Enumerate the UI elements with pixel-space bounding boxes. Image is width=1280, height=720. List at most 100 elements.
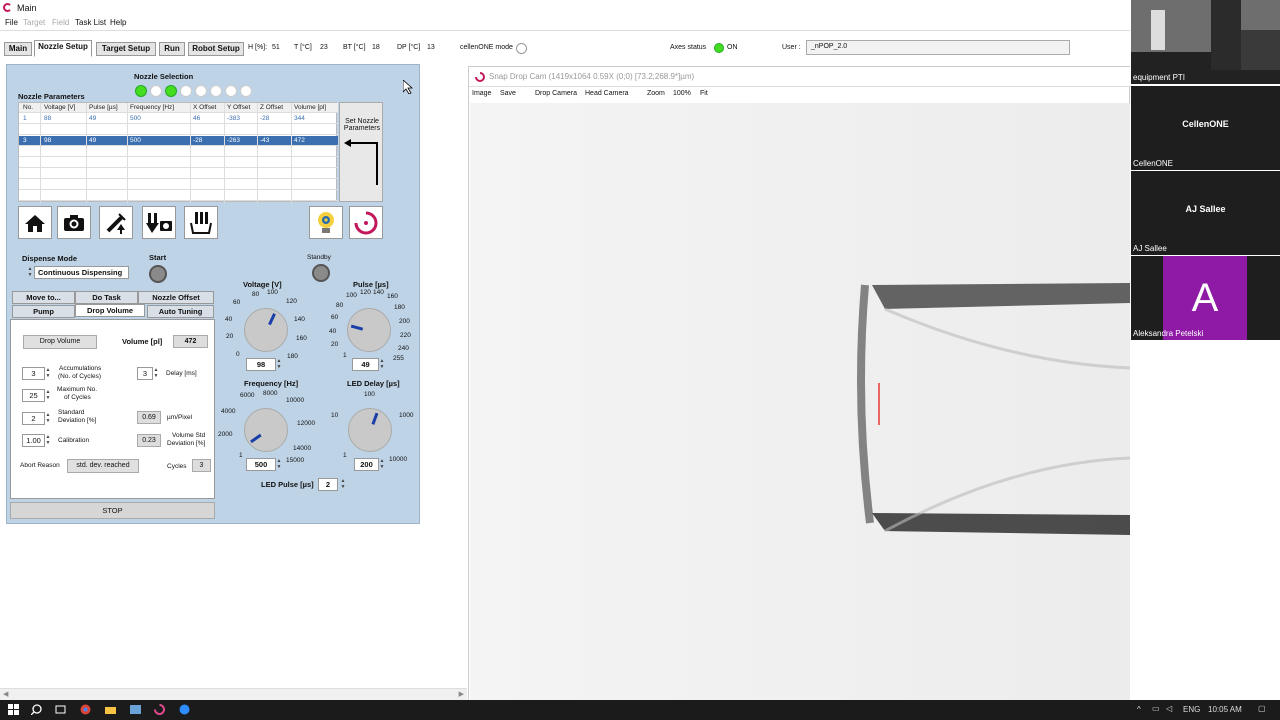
tab-nozzle-setup[interactable]: Nozzle Setup — [34, 40, 92, 57]
mode-toggle[interactable] — [516, 43, 527, 54]
cellenone-logo-button[interactable] — [349, 206, 383, 239]
calibration-spinner[interactable]: ▲ ▼ — [45, 434, 51, 447]
dispense-mode-select[interactable]: Continuous Dispensing — [34, 266, 129, 279]
max-cycles-spinner[interactable]: ▲ ▼ — [45, 389, 51, 402]
camera-menu-100[interactable]: 100% — [673, 90, 691, 97]
user-field[interactable]: _nPOP_2.0 — [806, 40, 1070, 55]
participant-tile[interactable]: A Aleksandra Petelski — [1131, 256, 1280, 340]
tab-auto-tuning[interactable]: Auto Tuning — [147, 305, 214, 318]
nozzle-led-7[interactable] — [225, 85, 237, 97]
led-delay-knob[interactable] — [348, 408, 392, 452]
tab-robot-setup[interactable]: Robot Setup — [188, 42, 244, 56]
pulse-spinner[interactable]: ▲ ▼ — [379, 358, 385, 371]
pipette-button[interactable] — [99, 206, 133, 239]
menu-field[interactable]: Field — [52, 18, 69, 27]
camera-menu-save[interactable]: Save — [500, 90, 516, 97]
search-icon[interactable] — [31, 704, 42, 715]
voltage-spinner[interactable]: ▲ ▼ — [276, 358, 282, 371]
scroll-left-icon[interactable]: ◀ — [3, 690, 8, 698]
led-pulse-spinner[interactable]: ▲ ▼ — [340, 478, 346, 491]
frequency-knob[interactable] — [244, 408, 288, 452]
delay-field[interactable]: 3 — [137, 367, 153, 380]
participant-tile[interactable]: CellenONE CellenONE — [1131, 86, 1280, 170]
network-icon[interactable]: ▭ — [1152, 704, 1160, 713]
tray-chevron-icon[interactable]: ^ — [1137, 705, 1141, 714]
nozzle-camera-button[interactable] — [142, 206, 176, 239]
led-pulse-field[interactable]: 2 — [318, 478, 338, 491]
nozzle-led-4[interactable] — [180, 85, 192, 97]
nozzle-setup-panel: Nozzle Selection Nozzle Parameters No. V… — [6, 64, 420, 524]
nozzle-led-5[interactable] — [195, 85, 207, 97]
accumulations-spinner[interactable]: ▲ ▼ — [45, 367, 51, 380]
app-window-icon[interactable] — [130, 704, 141, 715]
menu-task-list[interactable]: Task List — [75, 18, 106, 27]
calibration-field[interactable]: 1.00 — [22, 434, 45, 447]
scroll-right-icon[interactable]: ▶ — [459, 690, 464, 698]
set-nozzle-params-label: Set Nozzle Parameters — [343, 118, 381, 132]
led-delay-field[interactable]: 200 — [354, 458, 379, 471]
voltage-field[interactable]: 98 — [246, 358, 276, 371]
task-view-icon[interactable] — [55, 704, 66, 715]
zoom-app-icon[interactable] — [179, 704, 190, 715]
participant-tile[interactable]: equipment PTI — [1131, 0, 1280, 84]
nozzle-led-8[interactable] — [240, 85, 252, 97]
tab-main[interactable]: Main — [4, 42, 32, 56]
accumulations-field[interactable]: 3 — [22, 367, 45, 380]
camera-menu-zoom[interactable]: Zoom — [647, 90, 665, 97]
cell: -28 — [260, 115, 270, 122]
nozzle-led-3[interactable] — [165, 85, 177, 97]
language-indicator[interactable]: ENG — [1183, 705, 1200, 714]
tab-nozzle-offset[interactable]: Nozzle Offset — [138, 291, 214, 304]
nozzle-led-2[interactable] — [150, 85, 162, 97]
led-delay-spinner[interactable]: ▲ ▼ — [379, 458, 385, 471]
volume-value: 472 — [173, 335, 208, 348]
file-explorer-icon[interactable] — [105, 704, 116, 715]
set-nozzle-params-button[interactable]: Set Nozzle Parameters — [339, 102, 383, 202]
stop-button[interactable]: STOP — [10, 502, 215, 519]
frequency-field[interactable]: 500 — [246, 458, 276, 471]
camera-menu-fit[interactable]: Fit — [700, 90, 708, 97]
camera-menu-head-camera[interactable]: Head Camera — [585, 90, 629, 97]
camera-button[interactable] — [57, 206, 91, 239]
chrome-icon[interactable] — [80, 704, 91, 715]
drop-volume-page: Drop Volume Volume [pl] 472 3 ▲ ▼ Accumul… — [10, 319, 215, 499]
menu-file[interactable]: File — [5, 18, 18, 27]
notification-icon[interactable]: ▢ — [1258, 704, 1266, 713]
frequency-spinner[interactable]: ▲ ▼ — [276, 458, 282, 471]
home-button[interactable] — [18, 206, 52, 239]
tab-pump[interactable]: Pump — [12, 305, 75, 318]
start-toggle[interactable] — [149, 265, 167, 283]
windows-start-icon[interactable] — [8, 704, 19, 715]
volume-icon[interactable]: ◁ — [1166, 704, 1172, 713]
light-settings-button[interactable] — [309, 206, 343, 239]
wash-station-button[interactable] — [184, 206, 218, 239]
menu-target[interactable]: Target — [23, 18, 45, 27]
voltage-knob[interactable] — [244, 308, 288, 352]
cellenone-taskbar-icon[interactable] — [154, 704, 165, 715]
std-dev-spinner[interactable]: ▲ ▼ — [45, 412, 51, 425]
tab-run[interactable]: Run — [159, 42, 185, 56]
delay-spinner[interactable]: ▲ ▼ — [153, 367, 159, 380]
menu-help[interactable]: Help — [110, 18, 126, 27]
tab-move-to[interactable]: Move to... — [12, 291, 75, 304]
standby-toggle[interactable] — [312, 264, 330, 282]
pulse-field[interactable]: 49 — [352, 358, 379, 371]
camera-menu-drop-camera[interactable]: Drop Camera — [535, 90, 577, 97]
pulse-knob[interactable] — [347, 308, 391, 352]
calibration-label: Calibration — [58, 437, 90, 444]
dispense-mode-spinner[interactable]: ▲ ▼ — [27, 266, 33, 279]
horizontal-scrollbar[interactable]: ◀ ▶ — [0, 688, 467, 700]
voltage-knob-needle — [268, 313, 276, 326]
std-dev-field[interactable]: 2 — [22, 412, 45, 425]
max-cycles-field[interactable]: 25 — [22, 389, 45, 402]
participant-name: equipment PTI — [1133, 73, 1186, 82]
tab-do-task[interactable]: Do Task — [75, 291, 138, 304]
tab-drop-volume[interactable]: Drop Volume — [75, 304, 145, 317]
camera-menu-image[interactable]: Image — [472, 90, 491, 97]
participant-tile[interactable]: AJ Sallee AJ Sallee — [1131, 171, 1280, 255]
clock[interactable]: 10:05 AM — [1208, 705, 1242, 714]
nozzle-led-6[interactable] — [210, 85, 222, 97]
nozzle-led-1[interactable] — [135, 85, 147, 97]
drop-volume-button[interactable]: Drop Volume — [23, 335, 97, 349]
tab-target-setup[interactable]: Target Setup — [96, 42, 156, 56]
